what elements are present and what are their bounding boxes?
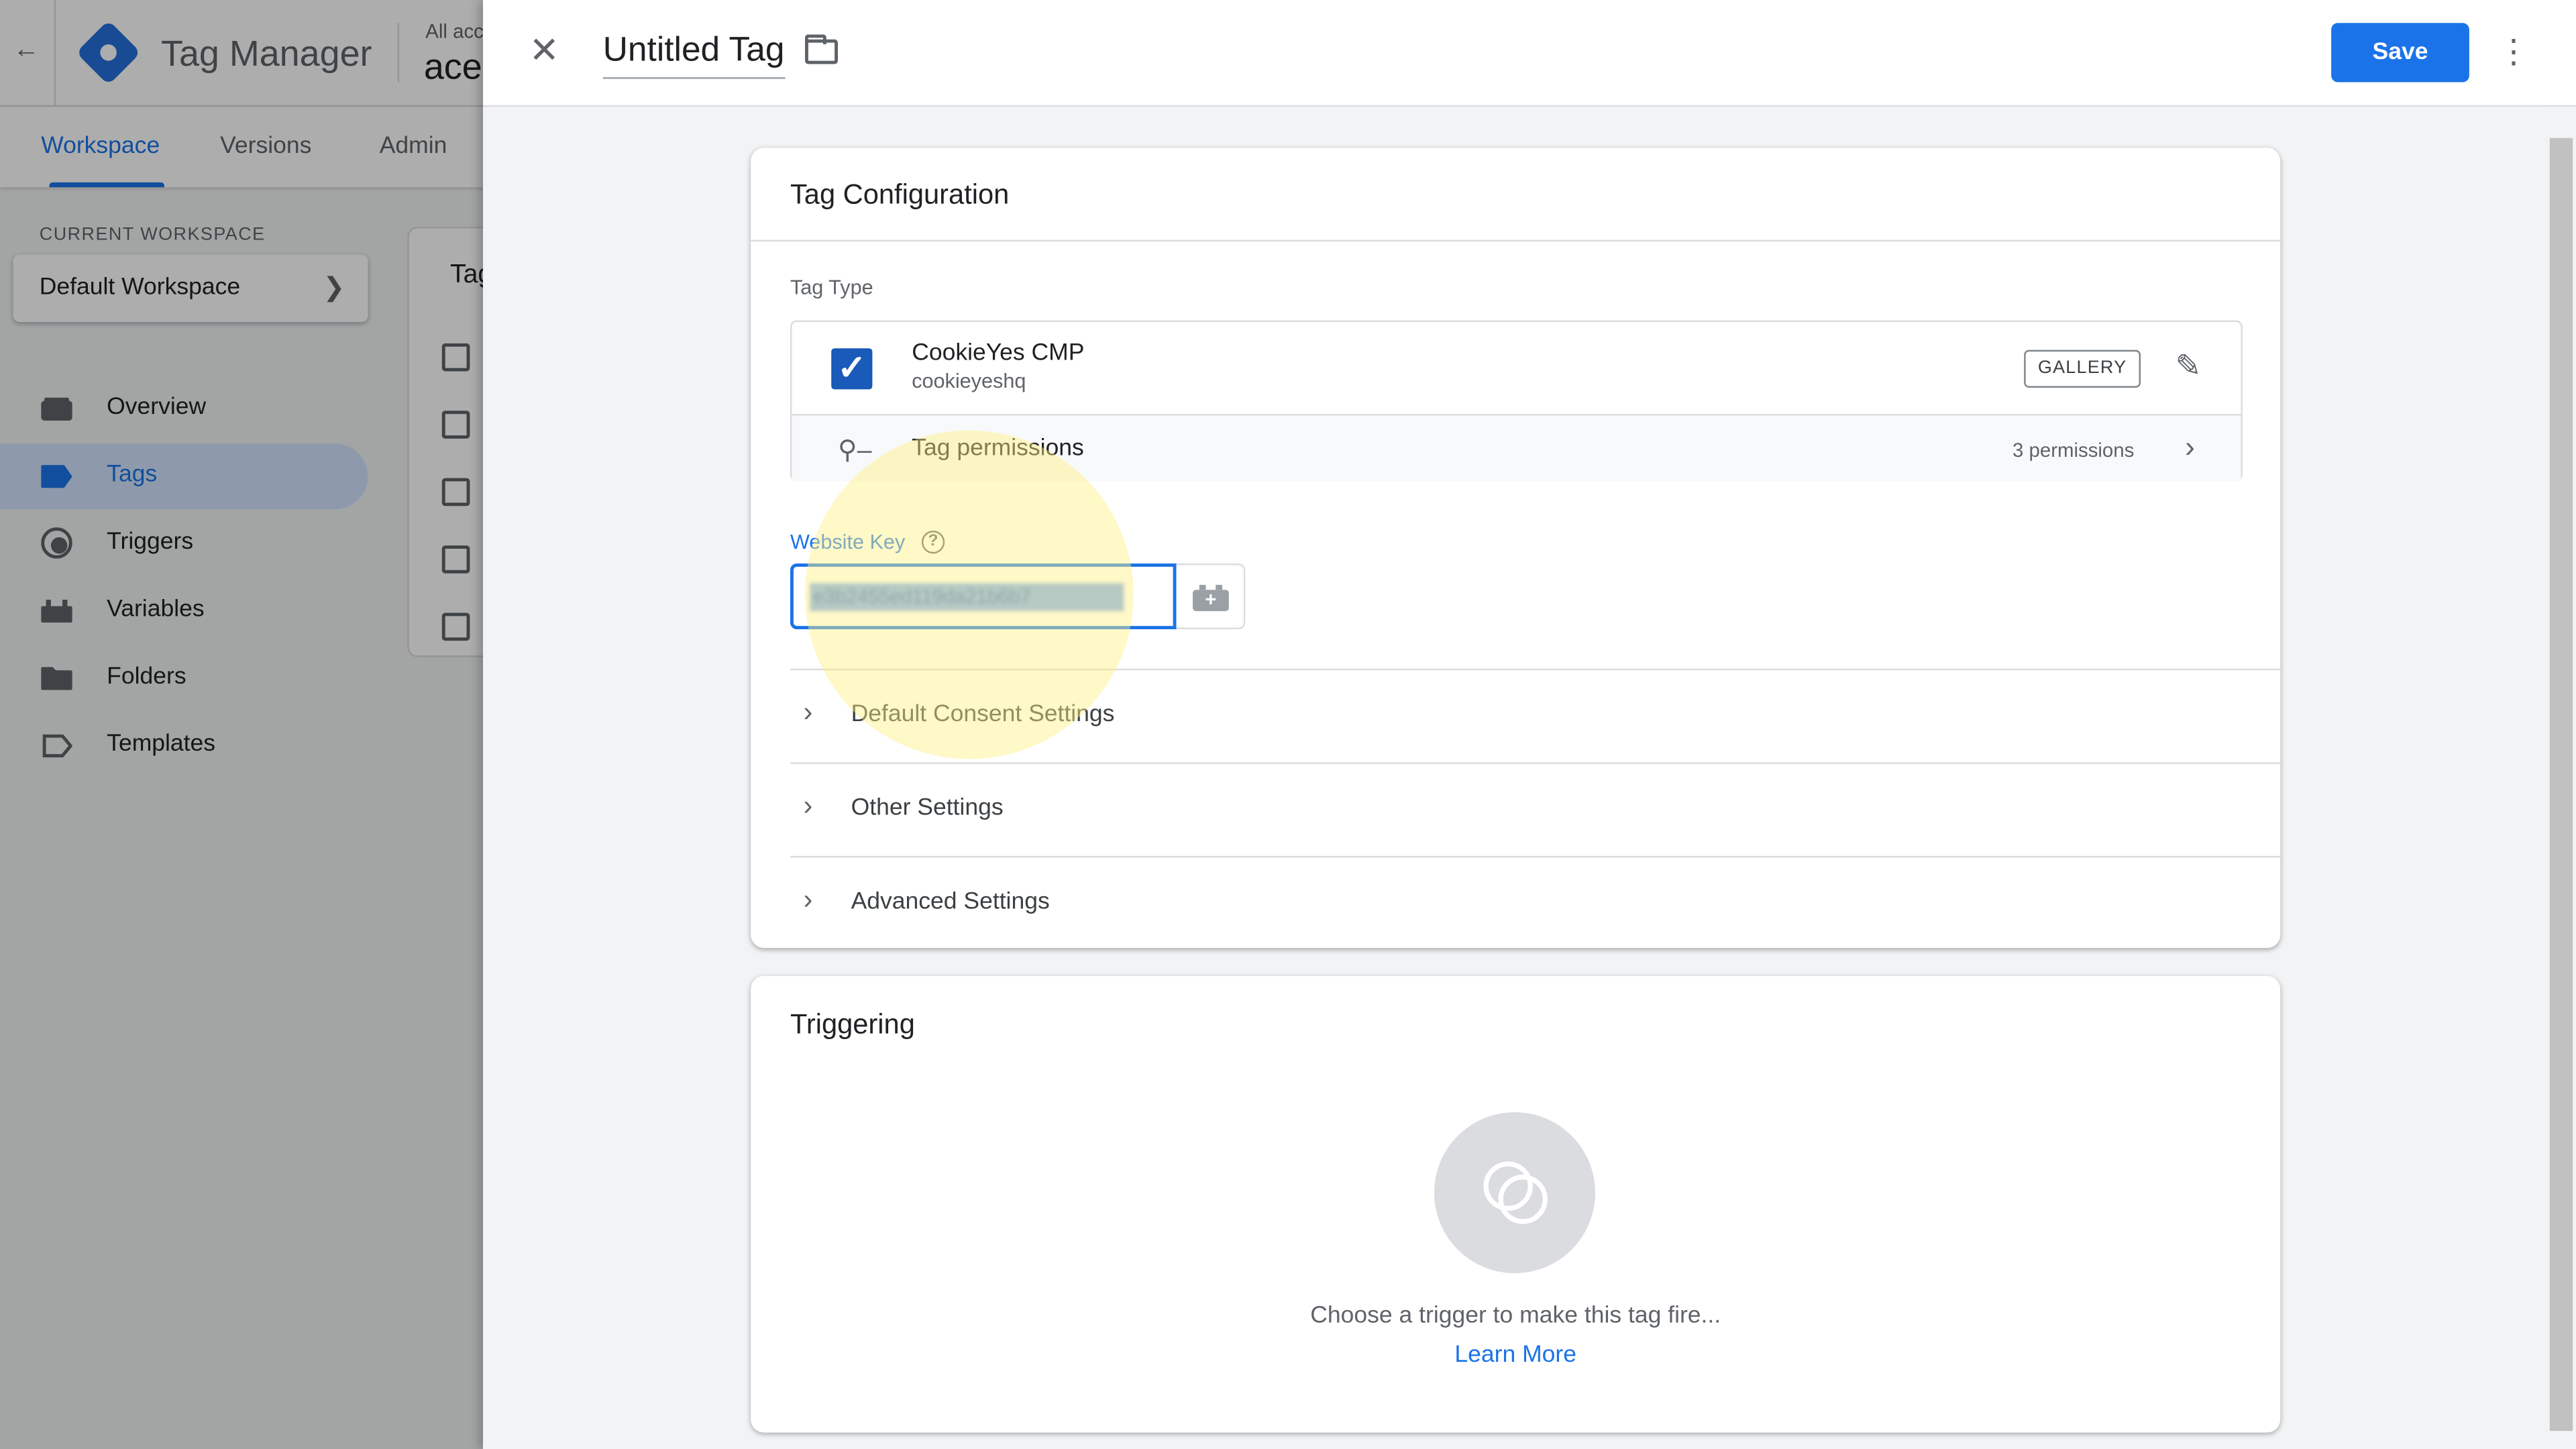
triggering-card[interactable]: Triggering Choose a trigger to make this… xyxy=(751,975,2281,1433)
ring xyxy=(1498,1175,1548,1224)
chevron-right-icon: › xyxy=(803,790,813,822)
divider xyxy=(751,239,2281,242)
folder-icon[interactable] xyxy=(805,34,838,64)
scrollbar-thumb[interactable] xyxy=(2549,138,2573,1432)
other-settings-section[interactable]: › Other Settings xyxy=(790,762,2281,856)
card-title: Triggering xyxy=(790,1008,915,1040)
tag-type-author: cookieyeshq xyxy=(912,370,1026,393)
trigger-placeholder-icon[interactable] xyxy=(1434,1112,1595,1273)
chevron-right-icon: › xyxy=(803,883,813,916)
tag-editor-panel: ✕ Untitled Tag Save ⋮ Tag Configuration … xyxy=(483,0,2576,1449)
cookieyes-logo-icon: ✓ xyxy=(831,348,873,390)
section-label: Other Settings xyxy=(851,795,1004,822)
close-icon[interactable]: ✕ xyxy=(529,30,559,72)
tag-type-name: CookieYes CMP xyxy=(912,339,1085,367)
click-highlight xyxy=(805,430,1134,759)
section-label: Advanced Settings xyxy=(851,888,1050,916)
tag-title-input[interactable]: Untitled Tag xyxy=(602,32,785,79)
edit-pencil-icon[interactable]: ✎ xyxy=(2175,348,2201,386)
screen: ← Tag Manager All accounts ace Workspace… xyxy=(0,0,2576,1449)
chevron-right-icon: › xyxy=(803,696,813,728)
tag-type-label: Tag Type xyxy=(790,276,873,299)
save-button[interactable]: Save xyxy=(2331,23,2469,83)
chevron-right-icon: › xyxy=(2185,430,2195,464)
trigger-empty-text: Choose a trigger to make this tag fire..… xyxy=(1310,1303,1721,1330)
card-title: Tag Configuration xyxy=(790,178,1010,211)
modal-scrim[interactable] xyxy=(0,0,484,1449)
permissions-count: 3 permissions xyxy=(2012,438,2135,462)
variable-picker-icon: + xyxy=(1192,584,1229,612)
advanced-settings-section[interactable]: › Advanced Settings xyxy=(790,855,2281,950)
key-icon: ⚲– xyxy=(837,437,872,466)
gallery-badge[interactable]: GALLERY xyxy=(2024,350,2141,388)
learn-more-link[interactable]: Learn More xyxy=(751,1342,2280,1368)
editor-header: ✕ Untitled Tag Save ⋮ xyxy=(483,0,2576,107)
insert-variable-button[interactable]: + xyxy=(1176,564,1246,629)
more-vert-icon[interactable]: ⋮ xyxy=(2497,30,2530,76)
